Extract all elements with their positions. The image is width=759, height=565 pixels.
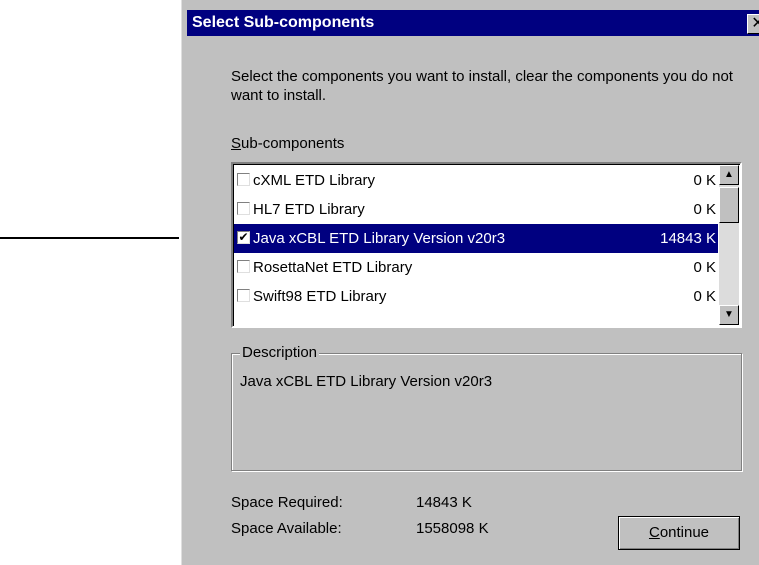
component-name: RosettaNet ETD Library [253, 259, 413, 276]
checkbox[interactable] [237, 202, 250, 215]
subcomponents-label: Sub-components [231, 135, 345, 152]
checkbox[interactable] [237, 173, 250, 186]
checkbox[interactable] [237, 260, 250, 273]
checkbox[interactable] [237, 289, 250, 302]
component-size: 0 K [693, 201, 716, 218]
vertical-scrollbar[interactable]: ▲ ▼ [719, 165, 739, 325]
subcomponents-listbox[interactable]: cXML ETD Library 0 K HL7 ETD Library 0 K… [231, 162, 742, 328]
list-item[interactable]: RosettaNet ETD Library 0 K [234, 253, 718, 282]
component-size: 0 K [693, 259, 716, 276]
scroll-thumb[interactable] [719, 187, 739, 223]
description-legend: Description [240, 344, 320, 362]
component-size: 0 K [693, 172, 716, 189]
component-size: 14843 K [660, 230, 716, 247]
dialog-title: Select Sub-components [192, 14, 375, 31]
checkbox[interactable]: ✔ [237, 231, 250, 244]
space-available-value: 1558098 K [416, 520, 489, 537]
component-name: Java xCBL ETD Library Version v20r3 [253, 230, 506, 247]
title-bar[interactable]: Select Sub-components ✕ [187, 10, 759, 36]
list-item[interactable]: cXML ETD Library 0 K [234, 166, 718, 195]
component-name: cXML ETD Library [253, 172, 375, 189]
space-available-label: Space Available: [231, 520, 342, 537]
continue-button[interactable]: Continue [618, 516, 740, 550]
list-item[interactable]: HL7 ETD Library 0 K [234, 195, 718, 224]
close-icon[interactable]: ✕ [747, 14, 759, 34]
scroll-down-icon[interactable]: ▼ [719, 305, 739, 325]
component-name: Swift98 ETD Library [253, 288, 387, 305]
select-subcomponents-dialog: Select Sub-components ✕ Select the compo… [179, 0, 759, 565]
scroll-up-icon[interactable]: ▲ [719, 165, 739, 185]
space-required-label: Space Required: [231, 494, 343, 511]
description-text: Java xCBL ETD Library Version v20r3 [240, 373, 493, 390]
list-item[interactable]: Swift98 ETD Library 0 K [234, 282, 718, 311]
component-name: HL7 ETD Library [253, 201, 365, 218]
instructions-text: Select the components you want to instal… [231, 68, 733, 104]
list-item[interactable]: ✔ Java xCBL ETD Library Version v20r3 14… [234, 224, 718, 253]
subcomponents-list: cXML ETD Library 0 K HL7 ETD Library 0 K… [234, 166, 718, 311]
description-groupbox: Description Java xCBL ETD Library Versio… [231, 344, 742, 471]
space-required-value: 14843 K [416, 494, 472, 511]
component-size: 0 K [693, 288, 716, 305]
